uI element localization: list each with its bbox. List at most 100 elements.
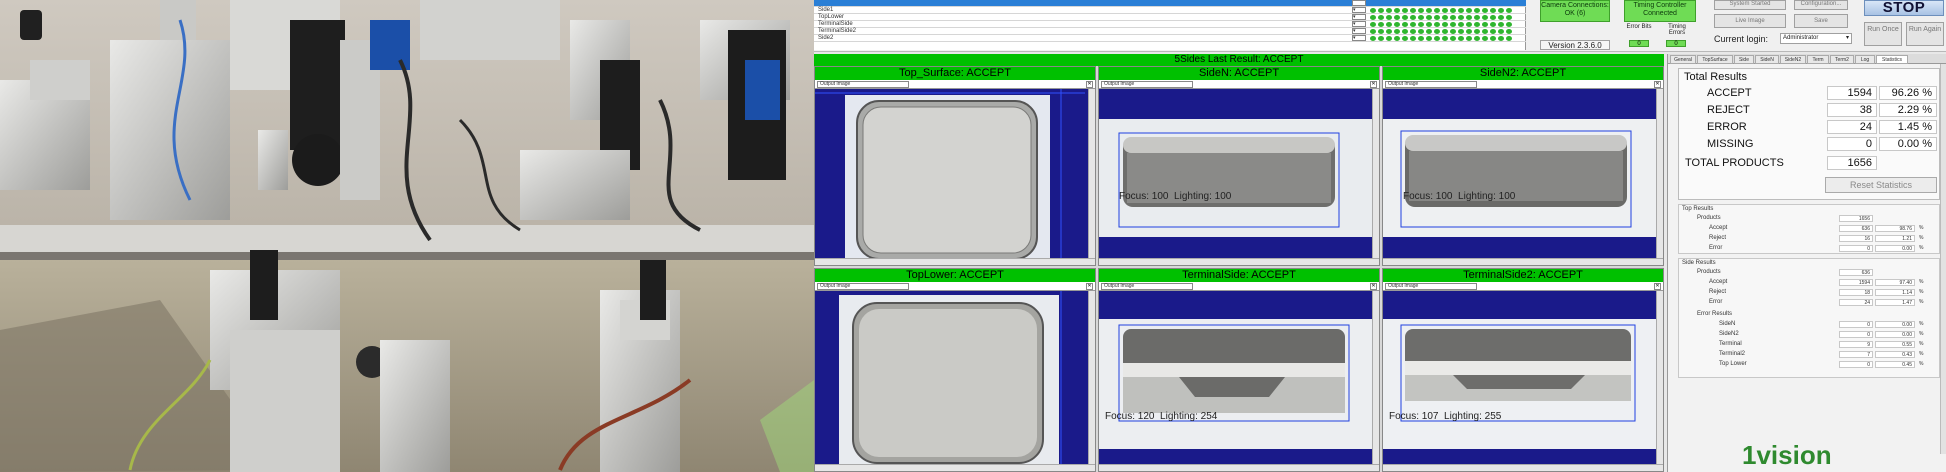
result-percent: 0.00 % — [1879, 137, 1937, 151]
status-led-icon — [1506, 36, 1512, 41]
image-type-select[interactable]: Output Image — [1101, 81, 1193, 88]
stat-label: Error — [1709, 245, 1723, 251]
stat-unit: % — [1919, 245, 1924, 251]
stat-unit: % — [1919, 289, 1924, 295]
status-led-icon — [1482, 22, 1488, 27]
vertical-scrollbar[interactable] — [1372, 291, 1379, 464]
inspection-image[interactable] — [1383, 291, 1663, 471]
horizontal-scrollbar[interactable] — [1383, 258, 1663, 265]
vertical-scrollbar[interactable] — [1656, 291, 1663, 464]
status-led-icon — [1506, 15, 1512, 20]
total-products-value: 1656 — [1827, 156, 1877, 170]
status-led-icon — [1410, 29, 1416, 34]
inspection-image[interactable] — [1099, 89, 1379, 265]
panel-scrollbar[interactable] — [1940, 64, 1946, 454]
live-image-button[interactable]: Live Image — [1714, 14, 1786, 28]
inspection-image[interactable] — [1099, 291, 1379, 471]
tab-siden2[interactable]: SideN2 — [1780, 55, 1806, 64]
camera-row-dropdown[interactable]: ▾ — [1352, 0, 1366, 6]
focus-value: Focus: 120 — [1105, 411, 1155, 422]
image-type-select[interactable]: Output Image — [817, 283, 909, 290]
camera-row-dropdown[interactable]: ▾ — [1352, 14, 1366, 20]
camera-row[interactable]: TopLower ▾ — [814, 14, 1526, 21]
horizontal-scrollbar[interactable] — [1099, 464, 1379, 471]
horizontal-scrollbar[interactable] — [1099, 258, 1379, 265]
camera-row[interactable]: ▾ — [814, 0, 1526, 7]
inspection-image[interactable] — [1383, 89, 1663, 265]
close-icon[interactable]: ✕ — [1370, 283, 1377, 290]
horizontal-scrollbar[interactable] — [815, 464, 1095, 471]
reset-statistics-button[interactable]: Reset Statistics — [1825, 177, 1937, 193]
close-icon[interactable]: ✕ — [1370, 81, 1377, 88]
tab-log[interactable]: Log — [1855, 55, 1875, 64]
inspection-image[interactable] — [815, 291, 1095, 471]
tab-statistics[interactable]: Statistics — [1876, 55, 1908, 64]
image-type-select[interactable]: Output Image — [1385, 283, 1477, 290]
total-results-group: Total Results ACCEPT 1594 96.26 % REJECT… — [1678, 68, 1940, 200]
configuration-button[interactable]: Configuration... — [1794, 0, 1848, 10]
close-icon[interactable]: ✕ — [1086, 81, 1093, 88]
status-led-icon — [1410, 15, 1416, 20]
stat-percent: 0.00 — [1875, 331, 1915, 338]
close-icon[interactable]: ✕ — [1654, 81, 1661, 88]
horizontal-scrollbar[interactable] — [815, 258, 1095, 265]
status-led-icon — [1490, 15, 1496, 20]
image-type-select[interactable]: Output Image — [817, 81, 909, 88]
tab-siden[interactable]: SideN — [1755, 55, 1779, 64]
pane-toolbar: Output Image ✕ — [815, 80, 1095, 89]
vertical-scrollbar[interactable] — [1088, 291, 1095, 464]
stat-unit: % — [1919, 331, 1924, 337]
camera-row-dropdown[interactable]: ▾ — [1352, 7, 1366, 13]
stat-unit: % — [1919, 341, 1924, 347]
stop-button[interactable]: STOP — [1864, 0, 1944, 16]
run-once-button[interactable]: Run Once — [1864, 22, 1902, 46]
stat-label: Terminal — [1719, 341, 1742, 347]
camera-row-dropdown[interactable]: ▾ — [1352, 28, 1366, 34]
status-led-icon — [1490, 8, 1496, 13]
current-login-select[interactable]: Administrator ▾ — [1780, 33, 1852, 44]
image-type-select[interactable]: Output Image — [1385, 81, 1477, 88]
stat-count: 16 — [1839, 235, 1873, 242]
result-row-accept: ACCEPT 1594 96.26 % — [1679, 86, 1941, 102]
tab-term2[interactable]: Term2 — [1830, 55, 1854, 64]
image-pane-top-surface: Top_Surface: ACCEPT Output Image ✕ — [814, 66, 1096, 266]
tab-side[interactable]: Side — [1734, 55, 1754, 64]
status-led-icon — [1466, 22, 1472, 27]
stat-percent: 0.55 — [1875, 341, 1915, 348]
save-button[interactable]: Save — [1794, 14, 1848, 28]
status-led-icon — [1450, 8, 1456, 13]
error-bits-value: 0 — [1629, 40, 1649, 47]
camera-row-dropdown[interactable]: ▾ — [1352, 35, 1366, 41]
camera-row-dropdown[interactable]: ▾ — [1352, 21, 1366, 27]
camera-row[interactable]: Side2 ▾ — [814, 35, 1526, 42]
camera-row[interactable]: Side1 ▾ — [814, 7, 1526, 14]
image-type-select[interactable]: Output Image — [1101, 283, 1193, 290]
camera-row[interactable]: TerminalSide ▾ — [814, 21, 1526, 28]
camera-row-label: TopLower — [818, 14, 845, 20]
vertical-scrollbar[interactable] — [1088, 89, 1095, 258]
stat-percent: 0.45 — [1875, 361, 1915, 368]
vertical-scrollbar[interactable] — [1372, 89, 1379, 258]
horizontal-scrollbar[interactable] — [1383, 464, 1663, 471]
tab-topsurface[interactable]: TopSurface — [1697, 55, 1733, 64]
logo-text: 1vision — [1742, 440, 1832, 470]
products-row: Products 1656 — [1679, 215, 1941, 223]
top-toolbar: ▾ Side1 ▾ TopLower ▾ TerminalSide ▾ Term… — [814, 0, 1946, 52]
stat-count: 0 — [1839, 331, 1873, 338]
result-label: MISSING — [1707, 138, 1754, 150]
tab-general[interactable]: General — [1670, 55, 1696, 64]
timing-controller-status: Timing Controller Connected — [1624, 0, 1696, 22]
vertical-scrollbar[interactable] — [1656, 89, 1663, 258]
close-icon[interactable]: ✕ — [1654, 283, 1661, 290]
result-count: 0 — [1827, 137, 1877, 151]
stat-count: 0 — [1839, 321, 1873, 328]
camera-row[interactable]: TerminalSide2 ▾ — [814, 28, 1526, 35]
run-again-button[interactable]: Run Again — [1906, 22, 1944, 46]
tab-term[interactable]: Term — [1807, 55, 1829, 64]
inspection-image[interactable] — [815, 89, 1095, 265]
stat-count: 0 — [1839, 361, 1873, 368]
stat-row: Terminal 9 0.55 % — [1679, 341, 1941, 349]
close-icon[interactable]: ✕ — [1086, 283, 1093, 290]
stat-unit: % — [1919, 299, 1924, 305]
stat-row: SideN 0 0.00 % — [1679, 321, 1941, 329]
